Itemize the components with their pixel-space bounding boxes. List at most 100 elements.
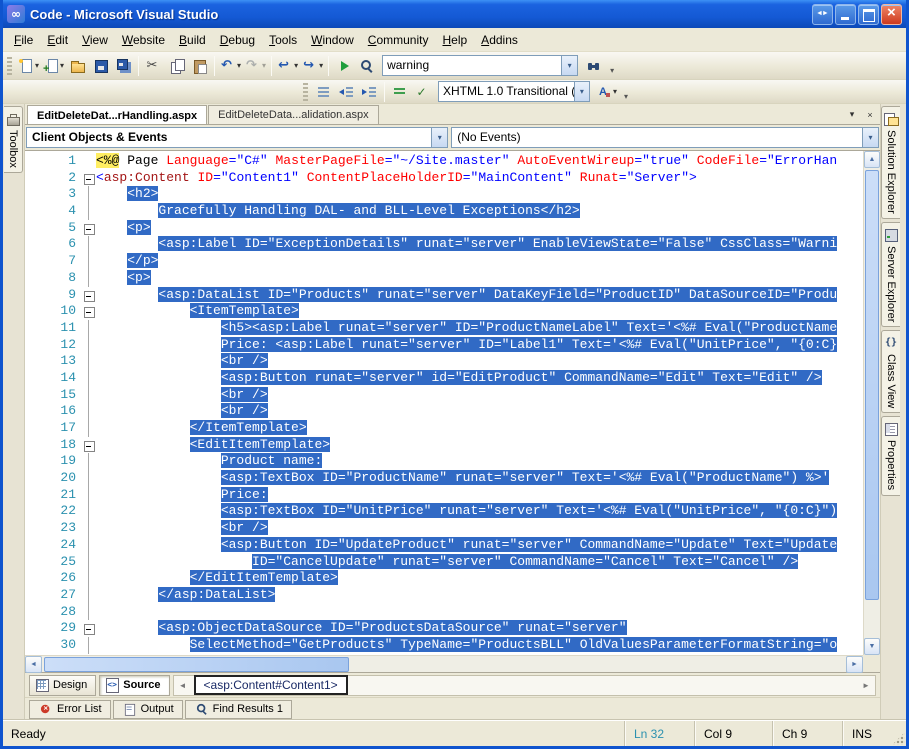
schema-combo[interactable]: XHTML 1.0 Transitional (▾ bbox=[438, 81, 590, 102]
code-line: 13 <br /> bbox=[25, 353, 863, 370]
scroll-down-icon[interactable]: ▼ bbox=[864, 638, 880, 655]
toolbar-overflow-button[interactable]: ▾ bbox=[619, 81, 633, 103]
menu-window[interactable]: Window bbox=[304, 30, 361, 50]
fold-toggle[interactable] bbox=[81, 303, 96, 320]
menu-help[interactable]: Help bbox=[435, 30, 474, 50]
code-area[interactable]: 1 <%@ Page Language="C#" MasterPageFile="… bbox=[25, 151, 863, 655]
events-combo[interactable]: (No Events) ▾ bbox=[451, 127, 879, 148]
menu-tools[interactable]: Tools bbox=[262, 30, 304, 50]
fold-toggle[interactable] bbox=[81, 287, 96, 304]
scroll-up-icon[interactable]: ▲ bbox=[864, 151, 880, 168]
menu-build[interactable]: Build bbox=[172, 30, 213, 50]
code-token: ="C#" bbox=[228, 153, 268, 168]
fold-toggle[interactable] bbox=[81, 170, 96, 187]
style-application-button[interactable]: ▾ bbox=[594, 81, 619, 103]
document-tab-editdeletedat-rhandling-aspx[interactable]: EditDeleteDat...rHandling.aspx bbox=[27, 105, 208, 124]
find-symbol-button[interactable] bbox=[582, 55, 605, 77]
menu-addins[interactable]: Addins bbox=[474, 30, 525, 50]
tag-navigator-back-icon[interactable]: ◄ bbox=[176, 681, 190, 690]
vertical-scrollbar[interactable]: ▲ ▼ bbox=[863, 151, 880, 655]
code-line: 28 bbox=[25, 603, 863, 621]
find-in-files-button[interactable] bbox=[355, 55, 378, 77]
dropdown-arrow-icon[interactable]: ▾ bbox=[561, 56, 578, 75]
dock-tab-server-explorer[interactable]: Server Explorer bbox=[881, 221, 900, 328]
close-document-button[interactable]: × bbox=[862, 107, 878, 122]
dropdown-arrow-icon[interactable]: ▾ bbox=[431, 128, 448, 147]
scroll-left-icon[interactable]: ◄ bbox=[25, 655, 42, 673]
dropdown-arrow-icon[interactable]: ▾ bbox=[862, 128, 878, 147]
format-document-button[interactable] bbox=[312, 81, 335, 103]
line-number: 7 bbox=[68, 253, 76, 269]
code-line: 3 <h2> bbox=[25, 186, 863, 203]
code-line: 4 Gracefully Handling DAL- and BLL-Level… bbox=[25, 203, 863, 220]
client-objects-combo[interactable]: Client Objects & Events ▾ bbox=[26, 127, 449, 148]
horizontal-scroll-thumb[interactable] bbox=[44, 656, 349, 672]
nav-backward-button[interactable]: ▾ bbox=[275, 55, 300, 77]
new-website-button[interactable]: ▾ bbox=[16, 55, 41, 77]
vertical-scroll-thumb[interactable] bbox=[865, 170, 879, 600]
increase-indent-icon bbox=[361, 84, 378, 100]
code-text: <%@ Page Language="C#" MasterPageFile="~… bbox=[96, 153, 863, 170]
open-file-button[interactable] bbox=[66, 55, 89, 77]
selected-text: <br /> bbox=[220, 520, 268, 536]
document-tab-editdeletedata-alidation-aspx[interactable]: EditDeleteData...alidation.aspx bbox=[208, 105, 379, 124]
selected-text: Price: <asp:Label runat="server" ID="Lab… bbox=[220, 336, 838, 352]
events-combo-value: (No Events) bbox=[457, 130, 521, 144]
code-text: <br /> bbox=[96, 520, 863, 537]
toolbar-grip[interactable] bbox=[303, 82, 308, 101]
horizontal-scrollbar[interactable]: ◄ ► bbox=[25, 655, 863, 673]
paste-button[interactable] bbox=[188, 55, 211, 77]
line-number: 9 bbox=[68, 286, 76, 302]
decrease-indent-button[interactable] bbox=[335, 81, 358, 103]
tag-navigator-forward-icon[interactable]: ► bbox=[859, 681, 873, 690]
selected-text: <br /> bbox=[220, 386, 268, 402]
maximize-button[interactable] bbox=[858, 3, 879, 25]
copy-button[interactable] bbox=[165, 55, 188, 77]
panel-tab-find-results-1[interactable]: Find Results 1 bbox=[184, 699, 292, 719]
selected-text: <h5><asp:Label runat="server" ID="Produc… bbox=[220, 319, 838, 335]
minimize-button[interactable] bbox=[835, 3, 856, 25]
close-button[interactable] bbox=[881, 3, 902, 25]
dock-tab-toolbox[interactable]: Toolbox bbox=[4, 106, 23, 173]
dock-tab-solution-explorer[interactable]: Solution Explorer bbox=[881, 106, 900, 219]
title-bar[interactable]: ∞ Code - Microsoft Visual Studio bbox=[3, 0, 906, 28]
add-item-button[interactable]: ▾ bbox=[41, 55, 66, 77]
comment-button[interactable] bbox=[388, 81, 411, 103]
dock-arrows-button[interactable] bbox=[812, 3, 833, 25]
panel-tab-output[interactable]: Output bbox=[112, 699, 183, 719]
start-debug-button[interactable] bbox=[332, 55, 355, 77]
menu-debug[interactable]: Debug bbox=[213, 30, 262, 50]
menu-edit[interactable]: Edit bbox=[40, 30, 75, 50]
task-list-button[interactable] bbox=[411, 81, 434, 103]
resize-grip[interactable] bbox=[888, 721, 906, 746]
find-combo[interactable]: warning ▾ bbox=[382, 55, 579, 76]
code-line: 8 <p> bbox=[25, 269, 863, 287]
document-tabs: EditDeleteDat...rHandling.aspx EditDelete… bbox=[27, 105, 844, 124]
panel-tab-error-list[interactable]: Error List bbox=[29, 699, 111, 719]
code-token: asp:Content bbox=[103, 169, 190, 185]
undo-button[interactable]: ▾ bbox=[218, 55, 243, 77]
toolbar-overflow-button[interactable]: ▾ bbox=[605, 55, 619, 77]
fold-toggle[interactable] bbox=[81, 620, 96, 637]
menu-community[interactable]: Community bbox=[361, 30, 436, 50]
cut-button[interactable] bbox=[142, 55, 165, 77]
save-button[interactable] bbox=[89, 55, 112, 77]
scroll-right-icon[interactable]: ► bbox=[846, 655, 863, 673]
active-files-dropdown-button[interactable]: ▾ bbox=[844, 107, 860, 122]
dock-tab-properties[interactable]: Properties bbox=[881, 416, 900, 496]
menu-website[interactable]: Website bbox=[115, 30, 172, 50]
dropdown-arrow-icon[interactable]: ▾ bbox=[573, 82, 589, 101]
toolbar-grip[interactable] bbox=[7, 56, 12, 75]
menu-view[interactable]: View bbox=[75, 30, 115, 50]
save-all-button[interactable] bbox=[112, 55, 135, 77]
menu-file[interactable]: File bbox=[7, 30, 40, 50]
source-view-button[interactable]: Source bbox=[99, 674, 170, 696]
fold-toggle[interactable] bbox=[81, 220, 96, 237]
code-editor[interactable]: 1 <%@ Page Language="C#" MasterPageFile="… bbox=[25, 151, 880, 673]
design-view-button[interactable]: Design bbox=[29, 674, 97, 696]
dock-tab-class-view[interactable]: Class View bbox=[881, 330, 900, 414]
nav-forward-button[interactable]: ▾ bbox=[300, 55, 325, 77]
tag-navigator-current-tag[interactable]: <asp:Content#Content1> bbox=[193, 675, 348, 695]
increase-indent-button[interactable] bbox=[358, 81, 381, 103]
fold-toggle[interactable] bbox=[81, 437, 96, 454]
